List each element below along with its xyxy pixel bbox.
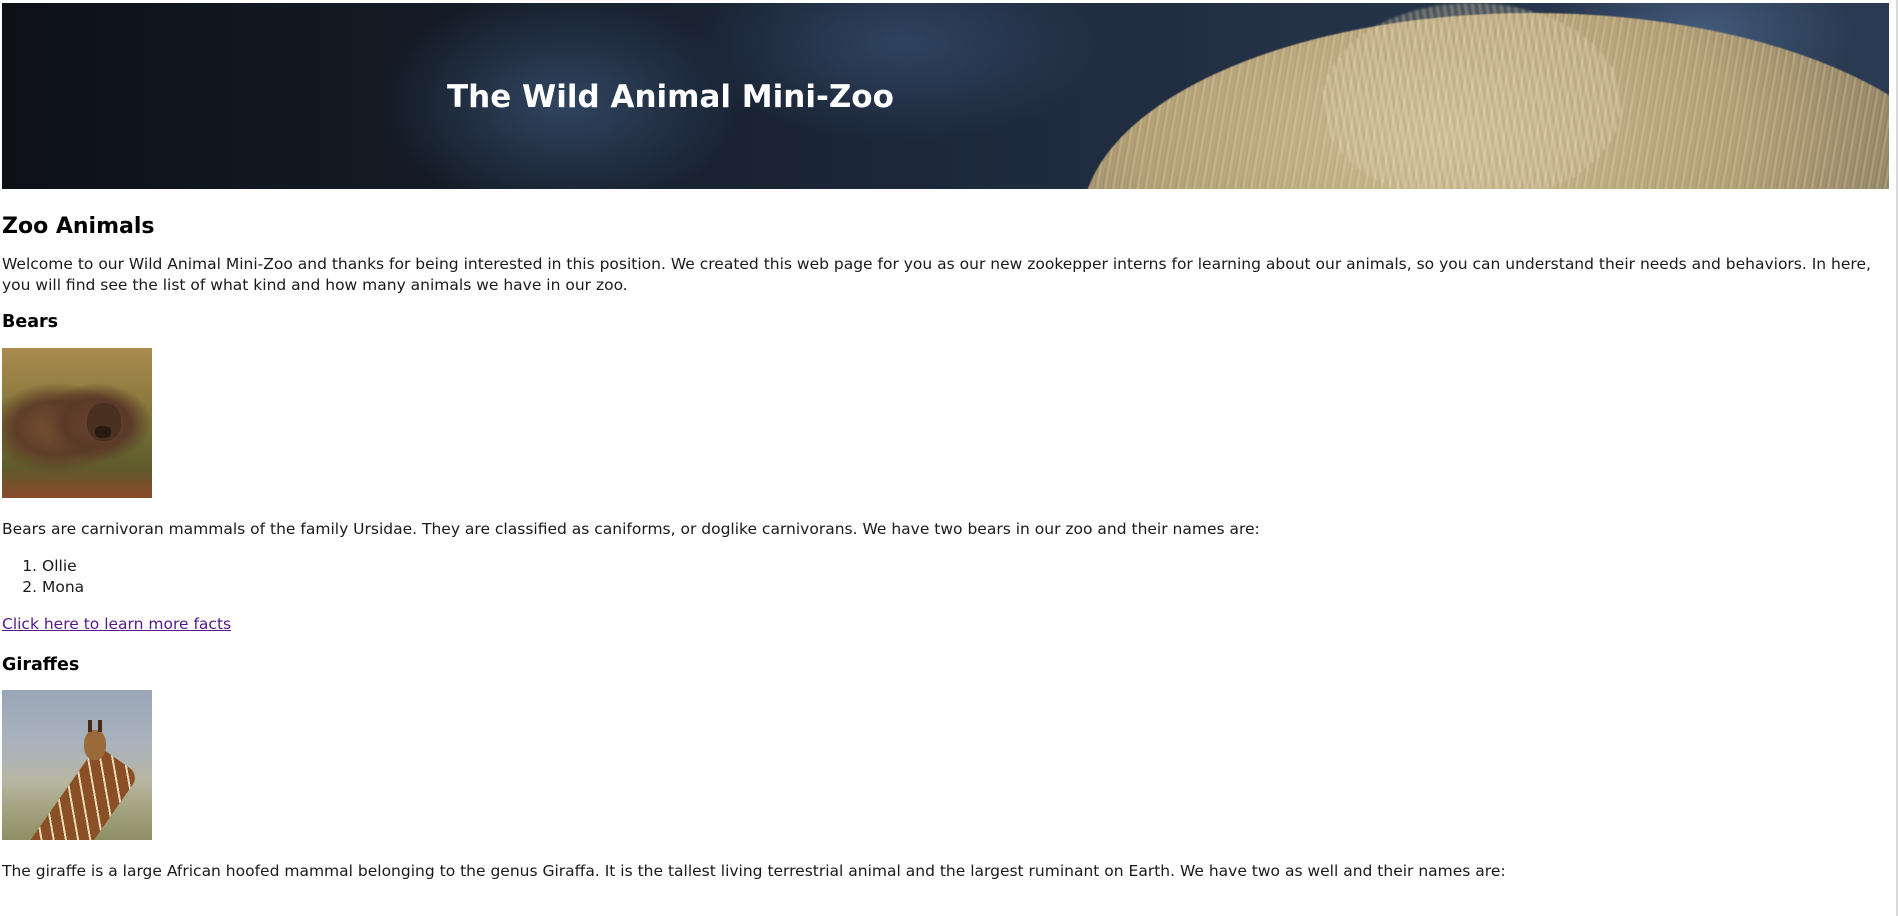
giraffe-ossicone [88, 720, 92, 732]
giraffe-head [84, 730, 106, 760]
bear-snout [95, 426, 111, 438]
main-content: Zoo Animals Welcome to our Wild Animal M… [2, 210, 1892, 882]
giraffe-image [2, 690, 152, 840]
bears-heading: Bears [2, 312, 59, 332]
intro-paragraph: Welcome to our Wild Animal Mini-Zoo and … [2, 255, 1871, 294]
banner-lion-mane-highlight [1322, 3, 1622, 189]
page-heading: Zoo Animals [2, 214, 155, 239]
giraffe-ossicone [98, 720, 102, 732]
bears-description: Bears are carnivoran mammals of the fami… [2, 520, 1260, 538]
header-banner: The Wild Animal Mini-Zoo [2, 3, 1889, 189]
bears-names-list: Ollie Mona [2, 556, 1892, 598]
giraffes-description: The giraffe is a large African hoofed ma… [2, 862, 1506, 880]
site-title: The Wild Animal Mini-Zoo [447, 79, 894, 115]
page: The Wild Animal Mini-Zoo Zoo Animals Wel… [0, 0, 1898, 916]
giraffe-neck [10, 745, 140, 840]
bear-image [2, 348, 152, 498]
giraffes-heading: Giraffes [2, 655, 80, 675]
learn-more-link[interactable]: Click here to learn more facts [2, 615, 231, 633]
list-item: Mona [42, 577, 1892, 598]
list-item: Ollie [42, 556, 1892, 577]
